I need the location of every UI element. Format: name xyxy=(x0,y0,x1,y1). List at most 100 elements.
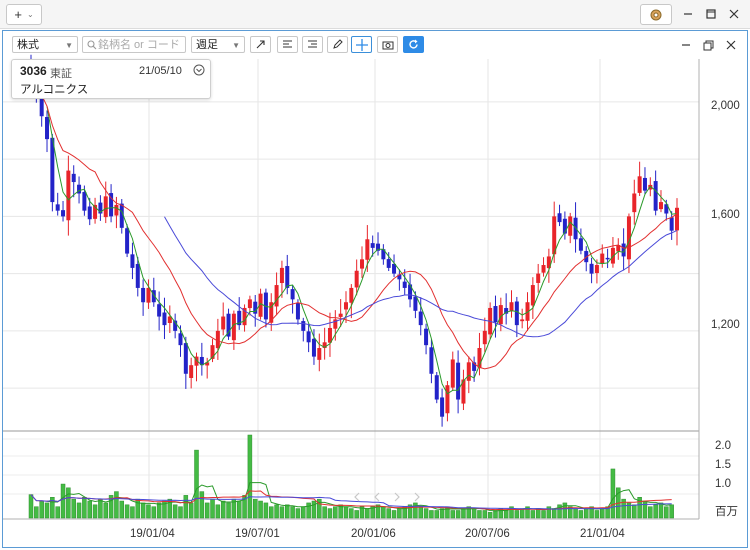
volume-bar xyxy=(583,508,589,519)
volume-bar xyxy=(386,508,391,519)
candle-body xyxy=(189,365,194,379)
stock-code: 3036 xyxy=(20,64,47,78)
volume-bar xyxy=(215,504,221,519)
candle-body xyxy=(71,173,76,183)
candle-body xyxy=(125,228,130,254)
candle-body xyxy=(354,270,359,288)
volume-bar xyxy=(664,506,669,519)
volume-bar xyxy=(551,508,557,519)
volume-bar xyxy=(71,498,76,519)
volume-ma-short xyxy=(46,482,672,512)
stock-info-card: 3036 東証 21/05/10 アルコニクス xyxy=(11,59,211,99)
volume-bar xyxy=(648,506,653,519)
candle-body xyxy=(365,239,370,260)
volume-bar xyxy=(92,504,98,519)
volume-bar xyxy=(274,504,279,519)
candle-body xyxy=(114,204,119,216)
candle-body xyxy=(162,312,167,326)
candle-body xyxy=(424,328,429,346)
candle-body xyxy=(157,304,162,317)
volume-bar xyxy=(445,506,450,519)
price-tick: 2,000 xyxy=(711,100,740,112)
volume-bar xyxy=(530,510,536,519)
volume-bar xyxy=(482,510,488,519)
maximize-button[interactable] xyxy=(700,4,722,24)
volume-bar xyxy=(130,506,135,519)
volume-bar xyxy=(327,508,333,519)
volume-bar xyxy=(204,502,210,519)
volume-bar xyxy=(151,506,157,519)
volume-bar xyxy=(34,506,39,519)
candle-body xyxy=(360,259,365,269)
candle-body xyxy=(279,267,284,284)
candle-body xyxy=(541,265,546,273)
volume-bar xyxy=(290,506,295,519)
candle-body xyxy=(669,217,674,231)
candle-body xyxy=(509,302,514,312)
volume-bar xyxy=(103,502,108,519)
volume-bar xyxy=(194,449,199,519)
volume-bar xyxy=(466,506,472,519)
volume-bar xyxy=(493,510,498,519)
volume-bar xyxy=(226,502,231,519)
volume-bar xyxy=(653,504,658,519)
volume-bar xyxy=(82,497,87,519)
volume-bar xyxy=(39,500,44,519)
volume-bar xyxy=(535,508,541,519)
volume-bar xyxy=(295,508,301,519)
volume-bar xyxy=(156,502,162,519)
new-window-button[interactable]: + ⌄ xyxy=(6,4,42,25)
candle-body xyxy=(429,347,434,374)
candle-body xyxy=(82,192,87,211)
candle-body xyxy=(183,343,188,374)
volume-bar xyxy=(66,487,71,519)
candle-body xyxy=(338,313,343,317)
volume-bar xyxy=(247,434,253,519)
candle-body xyxy=(514,301,519,326)
settings-button[interactable] xyxy=(640,4,672,25)
candle-body xyxy=(450,359,455,388)
candle-body xyxy=(445,385,450,414)
candle-body xyxy=(178,333,183,346)
volume-bar xyxy=(381,506,386,519)
plus-icon: + xyxy=(14,7,22,22)
candle-body xyxy=(39,96,44,117)
volume-bar xyxy=(178,506,183,519)
volume-bar xyxy=(487,512,493,519)
candle-body xyxy=(311,338,316,357)
candle-body xyxy=(498,305,503,325)
volume-bar xyxy=(600,508,605,519)
date-tick: 19/01/04 xyxy=(130,528,175,540)
candle-body xyxy=(594,265,599,274)
app-titlebar: + ⌄ xyxy=(0,0,750,29)
close-button[interactable] xyxy=(723,4,745,24)
volume-bar xyxy=(124,504,130,519)
minimize-button[interactable] xyxy=(677,4,699,24)
volume-bar xyxy=(279,506,285,519)
volume-bar xyxy=(114,491,119,519)
candle-body xyxy=(370,243,375,248)
volume-bar xyxy=(220,500,226,519)
candle-body xyxy=(418,311,423,326)
volume-bar xyxy=(455,510,461,519)
ma-mid-line xyxy=(30,75,678,370)
price-chart[interactable]: 2,000 1,600 1,200 2.0 1.5 1.0 百万 19/01/0… xyxy=(3,31,747,547)
volume-bar xyxy=(423,508,429,519)
chevron-down-circle-icon[interactable] xyxy=(193,64,205,79)
candle-body xyxy=(301,321,306,331)
volume-bar xyxy=(119,500,125,519)
candle-body xyxy=(557,213,562,223)
candle-body xyxy=(434,375,439,400)
candle-body xyxy=(605,257,610,260)
volume-bar xyxy=(28,494,34,519)
candle-body xyxy=(247,299,252,309)
volume-bar xyxy=(632,504,637,519)
volume-bar xyxy=(333,506,338,519)
candle-body xyxy=(295,302,300,320)
price-tick: 1,600 xyxy=(711,209,740,221)
volume-bar xyxy=(98,498,103,519)
volume-bar xyxy=(594,510,600,519)
volume-bar xyxy=(461,508,466,519)
volume-bar xyxy=(450,510,456,519)
volume-bar xyxy=(55,506,60,519)
